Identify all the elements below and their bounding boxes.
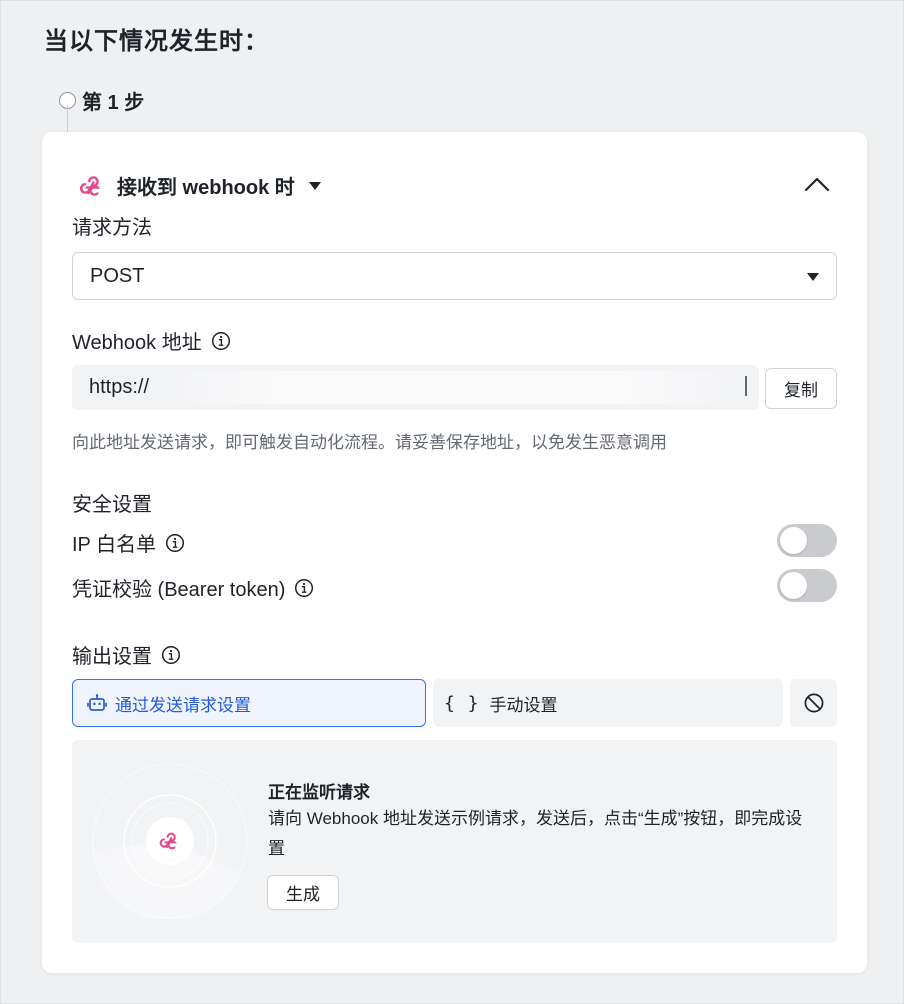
ban-icon: [804, 693, 823, 713]
webhook-url-field[interactable]: https://: [72, 365, 759, 410]
info-icon[interactable]: [165, 533, 185, 553]
copy-button[interactable]: 复制: [765, 368, 837, 409]
output-mode-request-label: 通过发送请求设置: [115, 695, 251, 715]
ip-whitelist-row: IP 白名单: [72, 528, 185, 557]
output-settings-label: 输出设置: [72, 646, 152, 668]
info-icon[interactable]: [294, 578, 314, 598]
toggle-knob: [780, 572, 807, 599]
request-method-select[interactable]: POST: [72, 252, 837, 300]
radar-animation: [92, 763, 248, 919]
bearer-token-row: 凭证校验 (Bearer token): [72, 573, 314, 602]
trigger-title: 接收到 webhook 时: [117, 177, 295, 199]
output-mode-none-button[interactable]: [790, 679, 837, 727]
page-title: 当以下情况发生时：: [44, 28, 269, 55]
listening-panel: 正在监听请求 请向 Webhook 地址发送示例请求，发送后，点击“生成”按钮，…: [72, 740, 837, 943]
ip-whitelist-toggle[interactable]: [777, 524, 837, 557]
url-text-end: [745, 376, 747, 396]
output-mode-manual-label: 手动设置: [489, 695, 558, 715]
info-icon[interactable]: [161, 645, 181, 665]
step-indicator: 第 1 步: [59, 86, 144, 115]
output-mode-manual-button[interactable]: { } 手动设置: [433, 679, 783, 727]
request-method-value: POST: [90, 264, 145, 287]
listening-description: 请向 Webhook 地址发送示例请求，发送后，点击“生成”按钮，即完成设置: [268, 809, 803, 858]
webhook-url-label-row: Webhook 地址: [72, 326, 231, 355]
listening-title: 正在监听请求: [268, 783, 370, 802]
step-label: 第 1 步: [82, 92, 145, 114]
caret-down-icon: [308, 181, 321, 190]
chevron-up-icon[interactable]: [802, 172, 832, 196]
webhook-url-label: Webhook 地址: [72, 332, 202, 354]
output-settings-row: 输出设置: [72, 640, 181, 669]
security-section-label: 安全设置: [72, 494, 152, 516]
request-method-label: 请求方法: [72, 217, 152, 239]
webhook-icon: [79, 175, 101, 196]
page-frame: 当以下情况发生时： 第 1 步 接收到 webhook 时 请求方法 POST: [0, 0, 904, 1004]
robot-icon: [87, 694, 107, 711]
trigger-selector[interactable]: 接收到 webhook 时: [78, 171, 321, 200]
ip-whitelist-label: IP 白名单: [72, 534, 157, 556]
caret-down-icon: [807, 273, 819, 281]
trigger-card: 接收到 webhook 时 请求方法 POST Webhook 地址 https…: [42, 132, 867, 973]
webhook-url-value: https://: [89, 376, 150, 398]
webhook-url-hint: 向此地址发送请求，即可触发自动化流程。请妥善保存地址，以免发生恶意调用: [72, 433, 667, 452]
step-connector-line: [67, 105, 68, 133]
bearer-token-label: 凭证校验 (Bearer token): [72, 579, 286, 601]
output-mode-request-button[interactable]: 通过发送请求设置: [72, 679, 426, 727]
info-icon[interactable]: [211, 331, 231, 351]
bearer-token-toggle[interactable]: [777, 569, 837, 602]
braces-icon: { }: [444, 692, 480, 714]
toggle-knob: [780, 527, 807, 554]
generate-button[interactable]: 生成: [267, 875, 339, 910]
url-redaction: [162, 371, 742, 404]
